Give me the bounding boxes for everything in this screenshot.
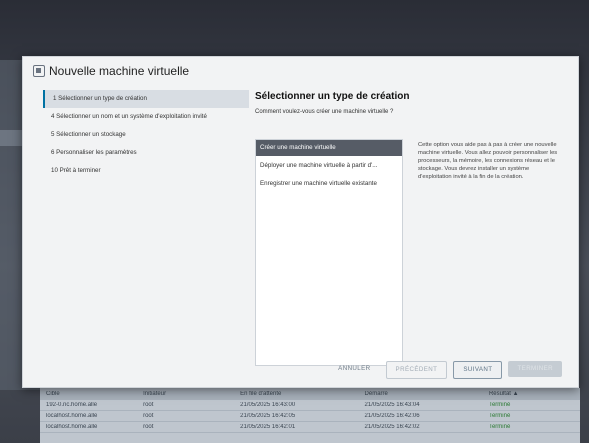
wizard-step-select-storage[interactable]: 5 Sélectionner un stockage: [43, 126, 249, 144]
table-cell: 21/05/2025 16:42:05: [240, 413, 296, 419]
option-create-vm[interactable]: Créer une machine virtuelle: [256, 140, 402, 156]
page-question: Comment voulez-vous créer une machine vi…: [255, 109, 394, 115]
table-cell: Terminé: [488, 424, 511, 430]
finish-button[interactable]: TERMINER: [508, 361, 562, 377]
table-row[interactable]: localhost.home.alle root 21/05/2025 16:4…: [40, 422, 580, 433]
recent-tasks-table: Cible Initiateur En file d'attente Démar…: [40, 388, 580, 443]
new-vm-wizard-dialog: Nouvelle machine virtuelle 1 Sélectionne…: [22, 56, 579, 388]
table-cell: root: [143, 424, 154, 430]
table-cell: 192-0.nc.home.alle: [46, 402, 98, 408]
cancel-button[interactable]: ANNULER: [329, 361, 379, 377]
previous-button[interactable]: PRÉCÉDENT: [385, 361, 448, 379]
table-cell: 21/05/2025 16:42:06: [364, 413, 420, 419]
table-cell: localhost.home.alle: [46, 413, 98, 419]
table-row[interactable]: 192-0.nc.home.alle root 21/05/2025 16:43…: [40, 400, 580, 411]
column-header[interactable]: Initiateur: [137, 391, 234, 397]
table-header: Cible Initiateur En file d'attente Démar…: [40, 388, 580, 400]
next-button[interactable]: SUIVANT: [453, 361, 503, 379]
creation-type-list: Créer une machine virtuelle Déployer une…: [255, 139, 403, 366]
virtual-machine-icon: [33, 65, 45, 77]
table-cell: Terminé: [488, 402, 511, 408]
wizard-steps: 1 Sélectionner un type de création 4 Sél…: [43, 90, 249, 180]
wizard-step-ready-to-complete[interactable]: 10 Prêt à terminer: [43, 162, 249, 180]
column-header[interactable]: Cible: [40, 391, 137, 397]
wizard-step-name-and-os[interactable]: 4 Sélectionner un nom et un système d'ex…: [43, 108, 249, 126]
column-header[interactable]: Résultat ▲: [483, 391, 580, 397]
wizard-step-select-creation-type[interactable]: 1 Sélectionner un type de création: [43, 90, 249, 108]
dialog-footer: ANNULER PRÉCÉDENT SUIVANT TERMINER: [329, 361, 562, 379]
wizard-step-customize-settings[interactable]: 6 Personnaliser les paramètres: [43, 144, 249, 162]
table-row[interactable]: localhost.home.alle root 21/05/2025 16:4…: [40, 411, 580, 422]
dialog-titlebar: Nouvelle machine virtuelle: [23, 57, 578, 85]
table-cell: 21/05/2025 16:42:01: [240, 424, 296, 430]
column-header[interactable]: Démarré: [359, 391, 483, 397]
option-deploy-from-template[interactable]: Déployer une machine virtuelle à partir …: [256, 158, 402, 174]
wizard-content: Sélectionner un type de création Comment…: [255, 89, 565, 366]
table-cell: 21/05/2025 16:43:04: [364, 402, 420, 408]
table-cell: root: [143, 402, 154, 408]
table-cell: root: [143, 413, 154, 419]
table-cell: localhost.home.alle: [46, 424, 98, 430]
option-register-existing-vm[interactable]: Enregistrer une machine virtuelle exista…: [256, 176, 402, 192]
table-cell: 21/05/2025 16:43:00: [240, 402, 296, 408]
dialog-title: Nouvelle machine virtuelle: [49, 64, 190, 78]
option-description: Cette option vous aide pas à pas à créer…: [418, 142, 558, 180]
table-cell: Terminé: [488, 413, 511, 419]
page-title: Sélectionner un type de création: [255, 91, 410, 102]
column-header[interactable]: En file d'attente: [234, 391, 358, 397]
table-cell: 21/05/2025 16:42:02: [364, 424, 420, 430]
